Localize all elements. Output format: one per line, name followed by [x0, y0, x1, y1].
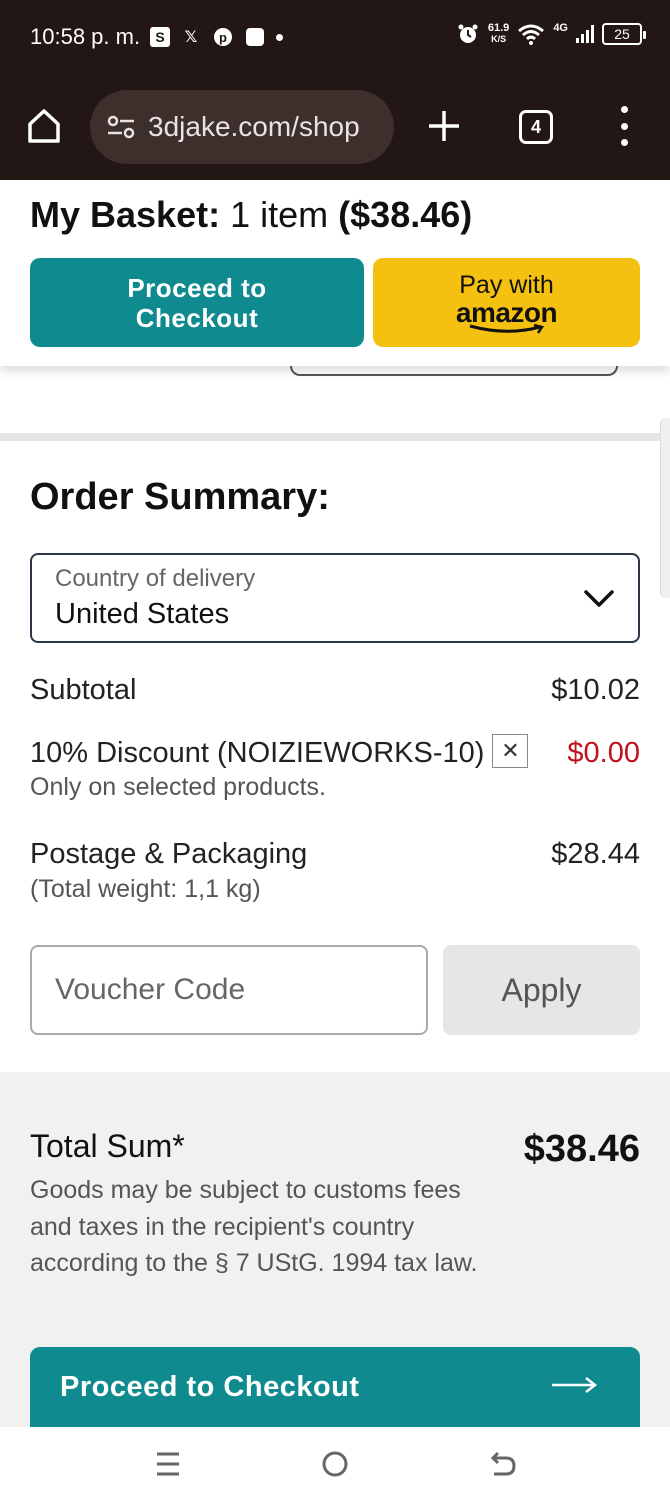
arrow-right-icon: [552, 1377, 598, 1393]
chevron-down-icon: [584, 590, 614, 607]
subtotal-value: $10.02: [551, 674, 640, 706]
site-settings-icon[interactable]: [106, 115, 136, 139]
tab-count: 4: [530, 116, 541, 137]
country-value: United States: [55, 598, 230, 630]
more-menu-icon[interactable]: [614, 106, 634, 146]
alarm-icon: [458, 24, 478, 43]
checkout-label: Proceed to Checkout: [60, 1370, 360, 1403]
customs-note: Goods may be subject to customs fees and…: [30, 1176, 478, 1277]
s-app-icon: S: [150, 27, 170, 47]
subtotal-row: Subtotal $10.02: [30, 674, 640, 707]
tab-switcher-button[interactable]: 4: [519, 110, 553, 144]
x-app-icon: 𝕏: [184, 29, 198, 46]
wifi-icon: [518, 24, 545, 45]
plus-icon: [429, 111, 459, 141]
home-nav-icon[interactable]: [320, 1449, 350, 1479]
signal-icon: [576, 25, 594, 43]
proceed-to-checkout-bottom-button[interactable]: Proceed to Checkout: [30, 1347, 640, 1427]
postage-value: $28.44: [551, 838, 640, 870]
network-type: 4G: [553, 22, 568, 34]
system-icons: 61.9 K/S 4G 25: [456, 22, 646, 46]
app-square-icon: [244, 26, 266, 48]
country-label: Country of delivery: [55, 565, 256, 592]
back-icon[interactable]: [488, 1449, 518, 1479]
subtotal-label: Subtotal: [30, 674, 137, 706]
scroll-edge[interactable]: [660, 418, 670, 598]
battery-icon: 25: [602, 23, 646, 45]
browser-toolbar: 3djake.com/shop 4: [0, 80, 670, 180]
net-speed: 61.9 K/S: [487, 22, 510, 45]
svg-text:p: p: [219, 30, 227, 45]
basket-title: My Basket: 1 item ($38.46): [30, 194, 473, 235]
section-divider: [0, 433, 670, 441]
discount-value: $0.00: [567, 737, 640, 769]
pinterest-icon: p: [212, 26, 234, 48]
url-text: 3djake.com/shop: [148, 111, 360, 142]
discount-note: Only on selected products.: [30, 773, 326, 802]
proceed-to-checkout-button[interactable]: Proceed to Checkout: [30, 258, 364, 347]
apply-voucher-button[interactable]: Apply: [443, 945, 640, 1035]
remove-discount-button[interactable]: ✕: [492, 734, 529, 769]
status-bar: 10:58 p. m. S 𝕏 p 61.9 K/S 4G 25: [0, 0, 670, 80]
new-tab-button[interactable]: [424, 106, 464, 146]
postage-label: Postage & Packaging: [30, 838, 308, 870]
notification-icons: S 𝕏 p: [150, 26, 283, 48]
amazon-logo: amazon: [455, 296, 558, 328]
status-time: 10:58 p. m.: [30, 24, 141, 49]
voucher-code-input[interactable]: Voucher Code: [30, 945, 428, 1035]
address-bar[interactable]: 3djake.com/shop: [90, 90, 394, 164]
country-select[interactable]: Country of delivery United States: [30, 553, 640, 643]
postage-note: (Total weight: 1,1 kg): [30, 875, 261, 903]
discount-label: 10% Discount (NOIZIEWORKS-10): [30, 737, 485, 769]
discount-row: 10% Discount (NOIZIEWORKS-10) ✕ $0.00 Onl…: [30, 734, 640, 802]
order-summary-title: Order Summary:: [30, 476, 330, 518]
system-nav-bar: [0, 1427, 670, 1500]
more-notifications-dot-icon: [276, 33, 283, 41]
discount-label-wrap: 10% Discount (NOIZIEWORKS-10) ✕: [30, 734, 640, 771]
total-value: $38.46: [523, 1128, 640, 1170]
pay-with-amazon-button[interactable]: Pay with amazon: [373, 258, 640, 347]
home-icon[interactable]: [24, 106, 64, 146]
postage-row: Postage & Packaging $28.44 (Total weight…: [30, 838, 640, 904]
total-panel: Total Sum* $38.46 Goods may be subject t…: [0, 1072, 670, 1427]
recent-apps-icon[interactable]: [154, 1449, 182, 1479]
basket-header: My Basket: 1 item ($38.46) Proceed to Ch…: [0, 180, 670, 366]
total-label: Total Sum*: [30, 1128, 185, 1164]
